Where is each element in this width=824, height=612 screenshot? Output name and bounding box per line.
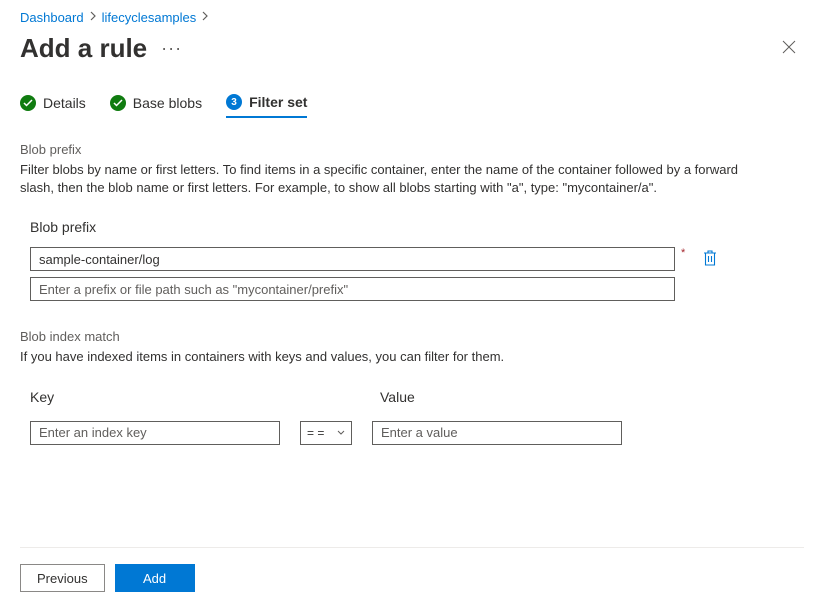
breadcrumb: Dashboard lifecyclesamples (20, 10, 804, 25)
steps-nav: Details Base blobs 3 Filter set (20, 94, 804, 118)
section-description: If you have indexed items in containers … (20, 348, 750, 366)
add-button[interactable]: Add (115, 564, 195, 592)
blob-prefix-input[interactable] (30, 247, 675, 271)
section-label: Blob index match (20, 329, 804, 344)
chevron-right-icon (202, 11, 208, 24)
blob-prefix-input-empty[interactable] (30, 277, 675, 301)
chevron-down-icon (337, 427, 345, 438)
value-header: Value (380, 389, 804, 405)
step-label: Filter set (249, 94, 307, 110)
prefix-row: * (20, 247, 804, 271)
step-filter-set[interactable]: 3 Filter set (226, 94, 307, 118)
blob-index-match-section: Blob index match If you have indexed ite… (20, 329, 804, 444)
more-icon[interactable]: ··· (161, 38, 182, 59)
chevron-right-icon (90, 11, 96, 24)
title-row: Add a rule ··· (20, 33, 804, 64)
section-description: Filter blobs by name or first letters. T… (20, 161, 750, 197)
prefix-row-empty (20, 277, 804, 301)
required-indicator: * (681, 247, 685, 259)
checkmark-icon (20, 95, 36, 111)
breadcrumb-item[interactable]: lifecyclesamples (102, 10, 197, 25)
blob-prefix-section: Blob prefix Filter blobs by name or firs… (20, 142, 804, 301)
step-label: Base blobs (133, 95, 202, 111)
close-icon[interactable] (774, 34, 804, 63)
operator-label: = = (307, 426, 324, 440)
index-input-row: = = (20, 421, 804, 445)
key-header: Key (30, 389, 310, 405)
step-number-icon: 3 (226, 94, 242, 110)
step-label: Details (43, 95, 86, 111)
breadcrumb-home[interactable]: Dashboard (20, 10, 84, 25)
page-title: Add a rule (20, 33, 147, 64)
field-label: Blob prefix (20, 219, 804, 235)
index-header-row: Key Value (20, 389, 804, 405)
step-base-blobs[interactable]: Base blobs (110, 94, 202, 118)
section-label: Blob prefix (20, 142, 804, 157)
delete-icon[interactable] (701, 248, 719, 271)
index-value-input[interactable] (372, 421, 622, 445)
previous-button[interactable]: Previous (20, 564, 105, 592)
index-key-input[interactable] (30, 421, 280, 445)
checkmark-icon (110, 95, 126, 111)
footer: Previous Add (20, 547, 804, 592)
operator-select[interactable]: = = (300, 421, 352, 445)
step-details[interactable]: Details (20, 94, 86, 118)
